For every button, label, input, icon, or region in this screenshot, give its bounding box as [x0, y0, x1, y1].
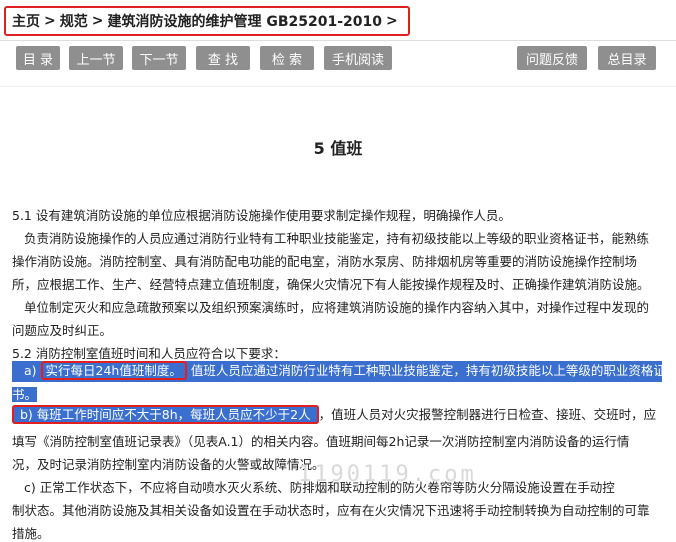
breadcrumb-separator: >: [44, 13, 56, 29]
paragraph-line: 所，应根据工作、生产、经营特点建立值班制度，确保火灾情况下有人能按操作规程及时、…: [12, 277, 650, 292]
breadcrumb-current[interactable]: 建筑消防设施的维护管理 GB25201-2010: [107, 11, 382, 31]
find-button[interactable]: 查 找: [196, 46, 250, 70]
index-button[interactable]: 总目录: [598, 46, 656, 70]
annotation-box-8h: b) 每班工作时间应不大于8h，每班人员应不少于2人: [12, 405, 319, 424]
item-b-text: ，值班人员对火灾报警控制器进行日检查、接班、交班时，应: [318, 407, 657, 422]
breadcrumb-separator: >: [91, 13, 104, 29]
item-a-label: a): [24, 363, 37, 378]
paragraph-line: 制状态。其他消防设施及其相关设备如设置在手动状态时，应有在火灾情况下迅速将手动控…: [12, 503, 650, 518]
breadcrumb: 主页 > 规范 > 建筑消防设施的维护管理 GB25201-2010 >: [4, 6, 410, 36]
breadcrumb-home[interactable]: 主页: [12, 11, 40, 31]
paragraph-line: 负责消防设施操作的人员应通过消防行业特有工种职业技能鉴定，持有初级技能以上等级的…: [24, 231, 650, 246]
item-a-end-text: 书。: [12, 387, 38, 402]
paragraph-5-2: 5.2 消防控制室值班时间和人员应符合以下要求：: [12, 346, 286, 361]
paragraph-line: 问题应及时纠正。: [12, 323, 113, 338]
paragraph-line: 填写《消防控制室值班记录表》（见表A.1）的相关内容。值班期间每2h记录一次消防…: [12, 434, 630, 449]
header-divider: [0, 40, 676, 41]
breadcrumb-separator: >: [386, 13, 398, 29]
prev-section-button[interactable]: 上一节: [69, 46, 123, 70]
highlighted-item-a: a) 实行每日24h值班制度。 值班人员应通过消防行业特有工种职业技能鉴定，持有…: [12, 361, 662, 382]
highlighted-item-a-end: 书。: [12, 384, 38, 403]
watermark: 1190119.com: [298, 462, 477, 487]
next-section-button[interactable]: 下一节: [132, 46, 186, 70]
toc-button[interactable]: 目 录: [16, 46, 60, 70]
item-b: b) 每班工作时间应不大于8h，每班人员应不少于2人 ，值班人员对火灾报警控制器进…: [12, 405, 662, 426]
paragraph-line: 措施。: [12, 526, 50, 541]
annotation-box-24h: 实行每日24h值班制度。: [40, 361, 187, 380]
mobile-read-button[interactable]: 手机阅读: [324, 46, 392, 70]
section-title: 5 值班: [313, 139, 363, 158]
breadcrumb-spec[interactable]: 规范: [60, 11, 88, 31]
paragraph-line: 单位制定灭火和应急疏散预案以及组织预案演练时，应将建筑消防设施的操作内容纳入其中…: [24, 300, 650, 315]
paragraph-5-1: 5.1 设有建筑消防设施的单位应根据消防设施操作使用要求制定操作规程，明确操作人…: [12, 208, 511, 223]
paragraph-line: 操作消防设施。消防控制室、具有消防配电功能的配电室，消防水泵房、防排烟机房等重要…: [12, 254, 638, 269]
search-button[interactable]: 检 索: [260, 46, 314, 70]
feedback-button[interactable]: 问题反馈: [517, 46, 587, 70]
item-a-text: 值班人员应通过消防行业特有工种职业技能鉴定，持有初级技能以上等级的职业资格证: [190, 363, 662, 378]
